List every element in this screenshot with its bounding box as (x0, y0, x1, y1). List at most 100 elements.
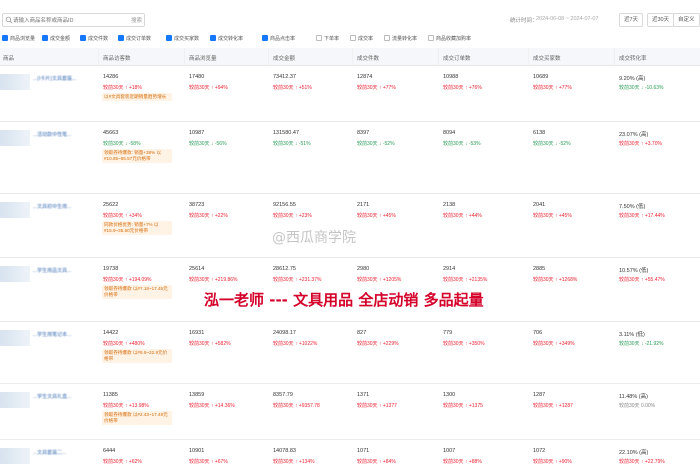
metric-value: 14286 (103, 74, 119, 80)
column-header[interactable]: 成交买家数 (533, 54, 561, 62)
filter-checkbox[interactable]: 成交件数 (80, 33, 108, 43)
table-row[interactable]: ...活动款中性笔... 45663 较前30天 ↓ -58% 10987 较前30天 … (0, 122, 700, 194)
column-header[interactable]: 成交订单数 (443, 54, 471, 62)
filter-checkbox[interactable]: 商品浏览量 (2, 33, 35, 43)
table-header: 商品 商品访客数 商品浏览量 成交金额 成交件数 成交订单数 成交买家数 成交转化率 (0, 48, 700, 66)
metric-value: 10901 (189, 448, 205, 454)
checkbox-icon[interactable] (350, 35, 356, 41)
checkbox-icon[interactable] (428, 35, 434, 41)
metric-value: 14422 (103, 330, 119, 336)
filter-checkbox[interactable]: 成交订单数 (118, 33, 151, 43)
column-header[interactable]: 商品 (3, 54, 14, 62)
metric-value: 19738 (103, 266, 119, 272)
filter-checkbox[interactable]: 成交买家数 (166, 33, 199, 43)
checkbox-icon[interactable] (42, 35, 48, 41)
checkbox-icon[interactable] (316, 35, 322, 41)
product-name-link[interactable]: ...学生文具礼盒... (33, 393, 71, 400)
metric-comparison: 较前30天 ↑ +88% (443, 459, 482, 465)
filter-checkbox[interactable]: 流量转化率 (384, 33, 417, 43)
product-thumbnail[interactable] (0, 266, 30, 282)
product-insight-tag: 领取券待爆款: 销量+38% 以#10.85~55.57元价格带 (102, 149, 172, 163)
checkbox-icon[interactable] (118, 35, 124, 41)
period-custom-button[interactable]: 自定义 (673, 13, 700, 27)
metric-value: 10.57% (低) (619, 268, 649, 274)
table-row[interactable]: ...(Ⅰ卡片)文具套装... 14286 较前30天 ↑ +18% 17480 较前3… (0, 66, 700, 122)
filter-checkbox[interactable]: 商品收藏加购率 (428, 33, 471, 43)
metric-comparison: 较前30天 ↑ +1268% (533, 277, 578, 283)
checkbox-icon[interactable] (210, 35, 216, 41)
metric-value: 131580.47 (273, 130, 299, 136)
metric-comparison: 较前30天 ↑ +22.79% (619, 459, 665, 465)
metric-value: 779 (443, 330, 453, 336)
metric-value: 17480 (189, 74, 205, 80)
checkbox-icon[interactable] (262, 35, 268, 41)
checkbox-icon[interactable] (2, 35, 8, 41)
metric-value: 8094 (443, 130, 456, 136)
column-header[interactable]: 成交件数 (357, 54, 379, 62)
metric-comparison: 较前30天 ↑ +350% (443, 341, 485, 347)
metric-value: 3.11% (低) (619, 332, 645, 338)
metric-comparison: 较前30天 ↑ +18% (103, 85, 142, 91)
metric-comparison: 较前30天 ↑ +23% (273, 213, 312, 219)
metric-value: 706 (533, 330, 543, 336)
metric-value: 6444 (103, 448, 116, 454)
period-30d-button[interactable]: 近30天 (647, 13, 675, 27)
filter-checkbox[interactable]: 商品点击率 (262, 33, 295, 43)
metric-value: 23.07% (高) (619, 132, 649, 138)
column-header[interactable]: 成交金额 (273, 54, 295, 62)
metric-comparison: 较前30天 ↑ +1022% (273, 341, 318, 347)
product-name-link[interactable]: ...文具套装二... (33, 449, 66, 456)
product-name-link[interactable]: ...(Ⅰ卡片)文具套装... (33, 75, 76, 82)
table-row[interactable]: ...文具初中生用... 25622 较前30天 ↑ +34% 38723 较前30天 … (0, 194, 700, 258)
metric-comparison: 较前30天 ↑ +62% (103, 459, 142, 465)
search-box[interactable]: 搜索 (2, 13, 145, 27)
metric-comparison: 较前30天 ↓ -56% (189, 141, 227, 147)
metric-comparison: 较前30天 ↑ +34% (103, 213, 142, 219)
metric-value: 2885 (533, 266, 546, 272)
metric-comparison: 较前30天 ↑ +77% (357, 85, 396, 91)
filter-checkbox[interactable]: 下单率 (316, 33, 339, 43)
filter-label: 商品浏览量 (10, 35, 36, 42)
table-row[interactable]: ...学生用笔记本... 14422 较前30天 ↑ +480% 16931 较前30天… (0, 322, 700, 384)
period-7d-button[interactable]: 近7天 (619, 13, 644, 27)
product-thumbnail[interactable] (0, 202, 30, 218)
product-thumbnail[interactable] (0, 448, 30, 464)
product-name-link[interactable]: ...文具初中生用... (33, 203, 71, 210)
product-name-link[interactable]: ...学生用笔记本... (33, 331, 71, 338)
metric-comparison: 较前30天 ↑ +77% (533, 85, 572, 91)
metric-comparison: 较前30天 ↑ +2135% (443, 277, 488, 283)
product-name-link[interactable]: ...学生用品文具... (33, 267, 71, 274)
column-header[interactable]: 成交转化率 (619, 54, 647, 62)
metric-comparison: 较前30天 ↓ -10.63% (619, 85, 664, 91)
checkbox-icon[interactable] (166, 35, 172, 41)
checkbox-icon[interactable] (384, 35, 390, 41)
product-thumbnail[interactable] (0, 392, 30, 408)
product-name-link[interactable]: ...活动款中性笔... (33, 131, 71, 138)
checkbox-icon[interactable] (80, 35, 86, 41)
filter-checkbox[interactable]: 成交转化率 (210, 33, 243, 43)
product-thumbnail[interactable] (0, 130, 30, 146)
date-label: 统计时间： (510, 18, 538, 24)
product-thumbnail[interactable] (0, 74, 30, 90)
table-row[interactable]: ...学生文具礼盒... 11385 较前30天 ↑ +13.98% 13859 较前3… (0, 384, 700, 440)
filter-label: 流量转化率 (392, 35, 418, 42)
product-thumbnail[interactable] (0, 330, 30, 346)
metric-value: 9.20% (高) (619, 76, 646, 82)
search-button[interactable]: 搜索 (131, 16, 142, 24)
metric-comparison: 较前30天 ↑ +1205% (357, 277, 402, 283)
filter-checkbox[interactable]: 成交率 (350, 33, 373, 43)
metric-comparison: 较前30天 ↓ -51% (273, 141, 311, 147)
filter-label: 成交件数 (88, 35, 109, 42)
metric-value: 11.48% (高) (619, 394, 648, 400)
metric-comparison: 较前30天 ↑ +3.70% (619, 141, 662, 147)
date-range-picker[interactable]: 2024-06-08 ~ 2024-07-07 (536, 16, 599, 22)
metric-comparison: 较前30天 ↑ +55.47% (619, 277, 665, 283)
table-row[interactable]: ...文具套装二... 6444 较前30天 ↑ +62% 10901 较前30天 ↑ … (0, 440, 700, 470)
metric-value: 24098.17 (273, 330, 296, 336)
filter-checkbox[interactable]: 成交金额 (42, 33, 70, 43)
metric-comparison: 较前30天 ↑ +480% (103, 341, 145, 347)
column-header[interactable]: 商品浏览量 (189, 54, 217, 62)
column-header[interactable]: 商品访客数 (103, 54, 131, 62)
search-input[interactable] (13, 17, 125, 25)
metric-comparison: 较前30天 ↑ +231.37% (273, 277, 322, 283)
